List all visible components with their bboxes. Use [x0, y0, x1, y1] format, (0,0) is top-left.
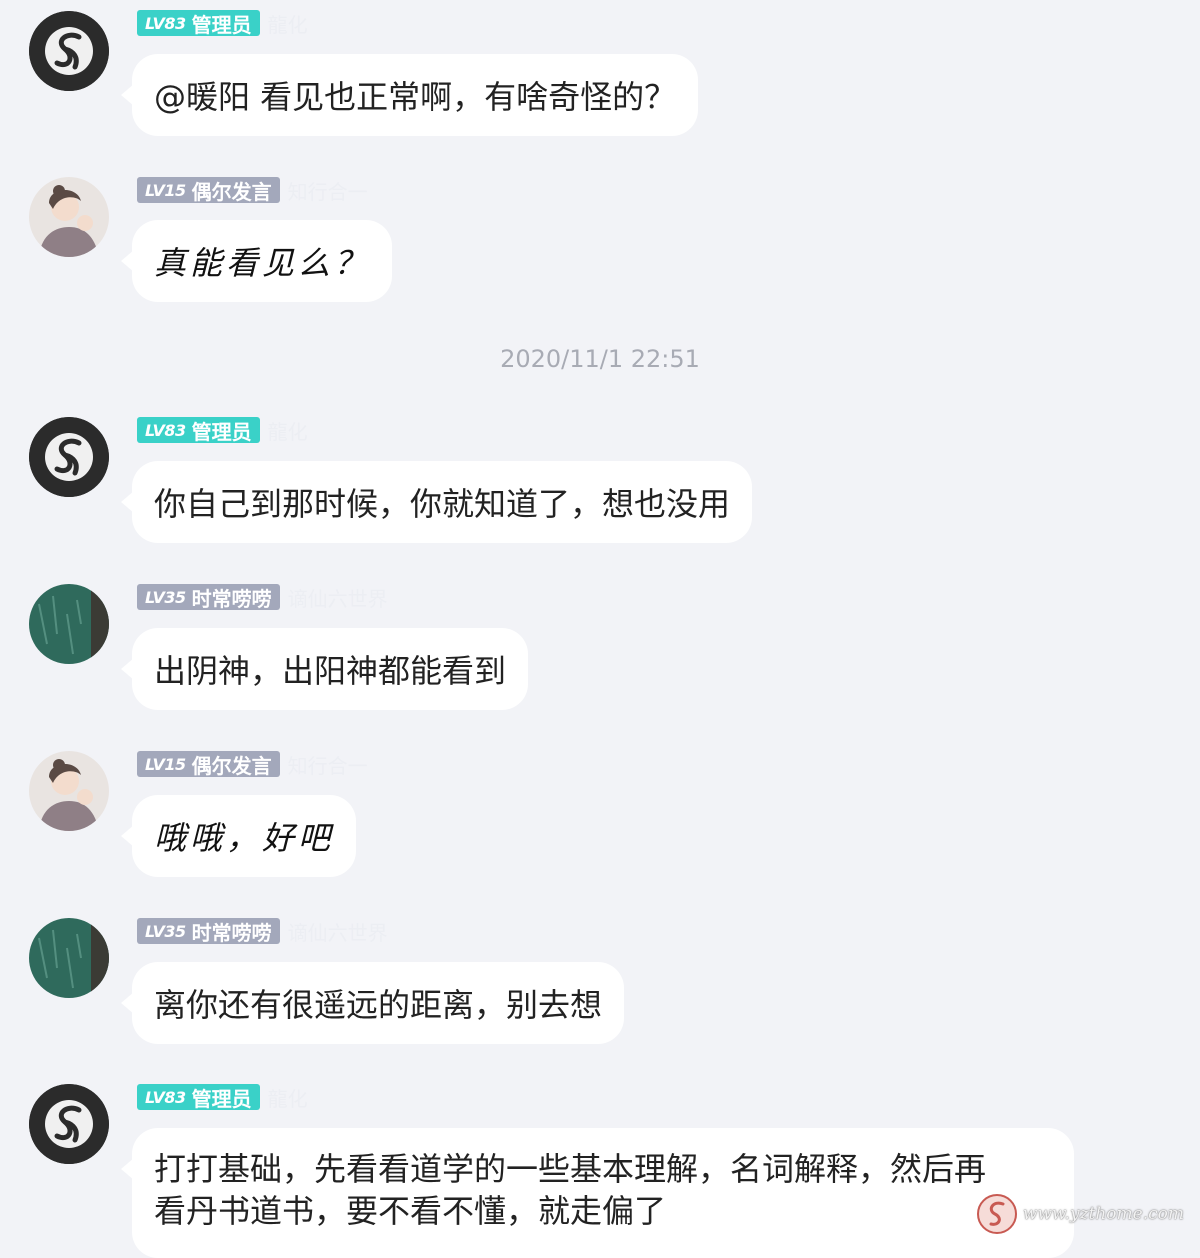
admin-avatar[interactable] — [29, 11, 109, 91]
message-meta: LV35 时常唠唠 谪仙六世界 — [137, 917, 388, 946]
message-bubble[interactable]: 哦哦，好吧 — [120, 795, 357, 877]
watermark-text: www.yzthome.com — [1022, 1204, 1184, 1224]
watermark: www.yzthome.com — [975, 1192, 1184, 1236]
message-bubble[interactable]: 真能看见么？ — [120, 220, 393, 302]
chalkboard-avatar[interactable] — [29, 584, 109, 664]
nickname[interactable]: 龍化 — [268, 1083, 308, 1112]
admin-avatar[interactable] — [29, 1084, 109, 1164]
message-bubble[interactable]: 离你还有很遥远的距离，别去想 — [120, 962, 625, 1044]
message-meta: LV83 管理员 龍化 — [137, 9, 308, 38]
message-line: 打打基础，先看看道学的一些基本理解，名词解释，然后再 — [154, 1150, 987, 1188]
message-bubble[interactable]: 出阴神，出阳神都能看到 — [120, 628, 529, 710]
chat-timestamp: 2020/11/1 22:51 — [500, 345, 700, 373]
message-bubble[interactable]: 打打基础，先看看道学的一些基本理解，名词解释，然后再 看丹书道书，要不看不懂，就… — [121, 1128, 1074, 1258]
spiral-logo-icon — [976, 1194, 1017, 1234]
message-meta: LV15 偶尔发言 知行合一 — [137, 750, 368, 779]
admin-avatar[interactable] — [29, 417, 109, 497]
message-meta: LV35 时常唠唠 谪仙六世界 — [137, 583, 388, 612]
message-meta: LV15 偶尔发言 知行合一 — [137, 176, 368, 205]
nickname[interactable]: 知行合一 — [288, 750, 368, 779]
message-meta: LV83 管理员 龍化 — [137, 1083, 308, 1112]
message-meta: LV83 管理员 龍化 — [137, 416, 308, 445]
level-badge: LV83 管理员 — [137, 1084, 260, 1111]
girl-avatar[interactable] — [29, 177, 109, 257]
level-badge: LV35 时常唠唠 — [137, 584, 280, 611]
nickname[interactable]: 谪仙六世界 — [288, 917, 388, 946]
girl-avatar[interactable] — [29, 751, 109, 831]
message-bubble[interactable]: @暖阳 看见也正常啊，有啥奇怪的？ — [120, 54, 699, 136]
chalkboard-avatar[interactable] — [29, 918, 109, 998]
message-line: 看丹书道书，要不看不懂，就走偏了 — [154, 1192, 667, 1230]
level-badge: LV15 偶尔发言 — [137, 177, 280, 204]
nickname[interactable]: 龍化 — [268, 9, 308, 38]
message-bubble[interactable]: 你自己到那时候，你就知道了，想也没用 — [120, 461, 753, 543]
level-badge: LV35 时常唠唠 — [137, 918, 280, 945]
nickname[interactable]: 知行合一 — [288, 176, 368, 205]
level-badge: LV83 管理员 — [137, 10, 260, 37]
level-badge: LV83 管理员 — [137, 417, 260, 444]
nickname[interactable]: 龍化 — [268, 416, 308, 445]
nickname[interactable]: 谪仙六世界 — [288, 583, 388, 612]
level-badge: LV15 偶尔发言 — [137, 751, 280, 778]
